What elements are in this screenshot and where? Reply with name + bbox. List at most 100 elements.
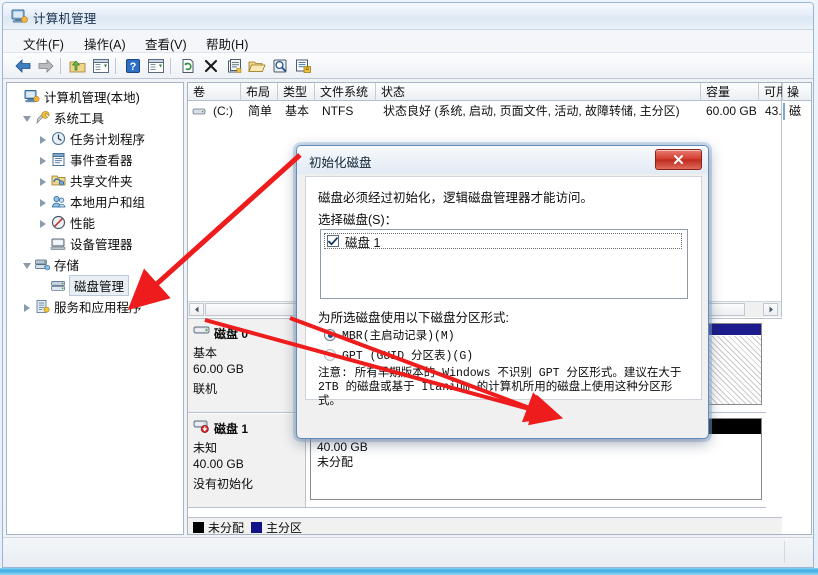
up-folder-icon[interactable] bbox=[68, 56, 88, 76]
show-action-pane-icon[interactable] bbox=[146, 56, 166, 76]
cell-layout: 简单 bbox=[248, 104, 273, 118]
radio-gpt-button[interactable] bbox=[324, 349, 336, 361]
column-header-filesystem[interactable]: 文件系统 bbox=[315, 83, 376, 101]
actions-pane-item[interactable]: 磁 bbox=[783, 103, 811, 120]
find-icon[interactable] bbox=[270, 56, 290, 76]
storage-expander[interactable] bbox=[21, 258, 34, 271]
title-bar: 计算机管理 bbox=[3, 3, 813, 30]
properties-icon[interactable] bbox=[224, 56, 244, 76]
system-tools-expander[interactable] bbox=[21, 111, 34, 124]
open-folder-icon[interactable] bbox=[247, 56, 267, 76]
table-row[interactable]: (C:) 简单 基本 NTFS 状态良好 (系统, 启动, 页面文件, 活动, … bbox=[188, 102, 795, 121]
back-icon[interactable] bbox=[13, 56, 33, 76]
sidebar-item-storage[interactable]: 存储 bbox=[7, 254, 183, 275]
menu-view[interactable]: 查看(V) bbox=[143, 34, 189, 53]
sidebar-item-task-scheduler[interactable]: 任务计划程序 bbox=[7, 128, 183, 149]
column-header-capacity[interactable]: 容量 bbox=[701, 83, 759, 101]
disk-listbox[interactable]: 磁盘 1 bbox=[320, 229, 688, 299]
legend-swatch-unallocated bbox=[193, 521, 204, 533]
menu-help[interactable]: 帮助(H) bbox=[204, 34, 250, 53]
drive-icon bbox=[192, 106, 206, 117]
shared-folder-icon bbox=[50, 173, 66, 189]
column-header-volume[interactable]: 卷 bbox=[188, 83, 241, 101]
local-users-expander[interactable] bbox=[37, 195, 50, 208]
column-header-status[interactable]: 状态 bbox=[376, 83, 701, 101]
sidebar-item-disk-management[interactable]: 磁盘管理 bbox=[7, 275, 183, 296]
legend-swatch-primary bbox=[251, 521, 263, 533]
hscroll-left-arrow[interactable] bbox=[189, 303, 204, 316]
root-expander bbox=[11, 90, 24, 103]
help-icon[interactable]: ? bbox=[123, 56, 143, 76]
desktop-strip bbox=[0, 568, 818, 575]
forward-icon[interactable] bbox=[36, 56, 56, 76]
list-item[interactable]: 磁盘 1 bbox=[324, 233, 682, 250]
legend-label-primary: 主分区 bbox=[266, 520, 303, 535]
hscroll-right-arrow[interactable] bbox=[763, 303, 778, 316]
column-header-layout[interactable]: 布局 bbox=[241, 83, 278, 101]
radio-mbr-button[interactable] bbox=[324, 329, 336, 341]
performance-expander[interactable] bbox=[37, 216, 50, 229]
cell-capacity: 60.00 GB bbox=[706, 104, 757, 118]
disk-management-icon bbox=[50, 278, 66, 294]
tree-root[interactable]: 计算机管理(本地) bbox=[7, 86, 183, 107]
sidebar-item-device-manager[interactable]: 设备管理器 bbox=[7, 233, 183, 254]
sidebar-item-shared-folders[interactable]: 共享文件夹 bbox=[7, 170, 183, 191]
sidebar-item-storage-label: 存储 bbox=[54, 259, 80, 273]
close-icon[interactable] bbox=[655, 149, 702, 170]
task-scheduler-expander[interactable] bbox=[37, 132, 50, 145]
sidebar-item-event-viewer[interactable]: 事件查看器 bbox=[7, 149, 183, 170]
menu-action[interactable]: 操作(A) bbox=[82, 34, 128, 53]
radio-mbr[interactable]: MBR(主启动记录)(M) bbox=[324, 327, 455, 343]
show-hide-console-tree-icon[interactable] bbox=[91, 56, 111, 76]
sidebar-item-shared-folders-label: 共享文件夹 bbox=[70, 175, 133, 189]
cell-status: 状态良好 (系统, 启动, 页面文件, 活动, 故障转储, 主分区) bbox=[383, 104, 680, 118]
disk-0-header[interactable]: 磁盘 0 基本 60.00 GB 联机 bbox=[188, 319, 306, 413]
storage-icon bbox=[34, 257, 50, 273]
disk-0-type: 基本 bbox=[193, 346, 218, 360]
tree-root-label: 计算机管理(本地) bbox=[44, 91, 140, 105]
sidebar-item-performance[interactable]: 性能 bbox=[7, 212, 183, 233]
sidebar-item-system-tools-label: 系统工具 bbox=[54, 112, 105, 126]
console-tree-pane[interactable]: 计算机管理(本地) 系统工具 任务计划程序 事件查看器 共享文件夹 本地用户和组… bbox=[6, 82, 184, 535]
radio-gpt[interactable]: GPT (GUID 分区表)(G) bbox=[324, 347, 473, 363]
actions-pane[interactable]: 操 磁 bbox=[782, 83, 811, 534]
column-header-type[interactable]: 类型 bbox=[278, 83, 315, 101]
volume-list-header: 卷 布局 类型 文件系统 状态 容量 可用空 bbox=[188, 83, 799, 101]
dialog-message: 磁盘必须经过初始化，逻辑磁盘管理器才能访问。 bbox=[318, 191, 594, 205]
services-expander[interactable] bbox=[21, 300, 34, 313]
refresh-icon[interactable] bbox=[178, 56, 198, 76]
cell-filesystem: NTFS bbox=[322, 104, 354, 118]
disk-1-name: 磁盘 1 bbox=[214, 422, 249, 436]
select-disk-label: 选择磁盘(S)： bbox=[318, 213, 398, 227]
disk-0-name: 磁盘 0 bbox=[214, 327, 249, 341]
disk-1-checkbox[interactable] bbox=[327, 235, 339, 247]
rescan-disks-icon[interactable] bbox=[293, 56, 313, 76]
toolbar-separator bbox=[60, 58, 61, 74]
disk-icon bbox=[193, 324, 211, 338]
eventlog-icon bbox=[50, 152, 66, 168]
sidebar-item-services-applications-label: 服务和应用程序 bbox=[54, 301, 142, 315]
menu-bar: 文件(F) 操作(A) 查看(V) 帮助(H) bbox=[3, 30, 813, 53]
delete-icon[interactable] bbox=[201, 56, 221, 76]
shared-folders-expander[interactable] bbox=[37, 174, 50, 187]
disk-1-header[interactable]: 磁盘 1 未知 40.00 GB 没有初始化 bbox=[188, 414, 306, 508]
sidebar-item-local-users-groups[interactable]: 本地用户和组 bbox=[7, 191, 183, 212]
event-viewer-expander[interactable] bbox=[37, 153, 50, 166]
dialog-title: 初始化磁盘 bbox=[309, 156, 372, 170]
sidebar-item-services-applications[interactable]: 服务和应用程序 bbox=[7, 296, 183, 317]
dialog-title-bar: 初始化磁盘 bbox=[297, 146, 708, 174]
disk-1-size: 40.00 GB bbox=[193, 457, 244, 471]
legend-label-unallocated: 未分配 bbox=[208, 520, 245, 535]
disk-legend: 未分配 主分区 bbox=[188, 517, 782, 535]
tools-icon bbox=[34, 110, 50, 126]
device-manager-expander bbox=[37, 237, 50, 250]
status-bar-separator bbox=[784, 541, 785, 563]
disk-1-partition-status: 未分配 bbox=[317, 455, 354, 469]
toolbar-separator-2 bbox=[115, 58, 116, 74]
disk-0-state: 联机 bbox=[193, 382, 218, 396]
svg-text:?: ? bbox=[130, 61, 137, 73]
sidebar-item-system-tools[interactable]: 系统工具 bbox=[7, 107, 183, 128]
clock-icon bbox=[50, 131, 66, 147]
menu-file[interactable]: 文件(F) bbox=[21, 34, 66, 53]
initialize-disk-dialog[interactable]: 初始化磁盘 磁盘必须经过初始化，逻辑磁盘管理器才能访问。 选择磁盘(S)： 磁盘… bbox=[296, 145, 709, 439]
